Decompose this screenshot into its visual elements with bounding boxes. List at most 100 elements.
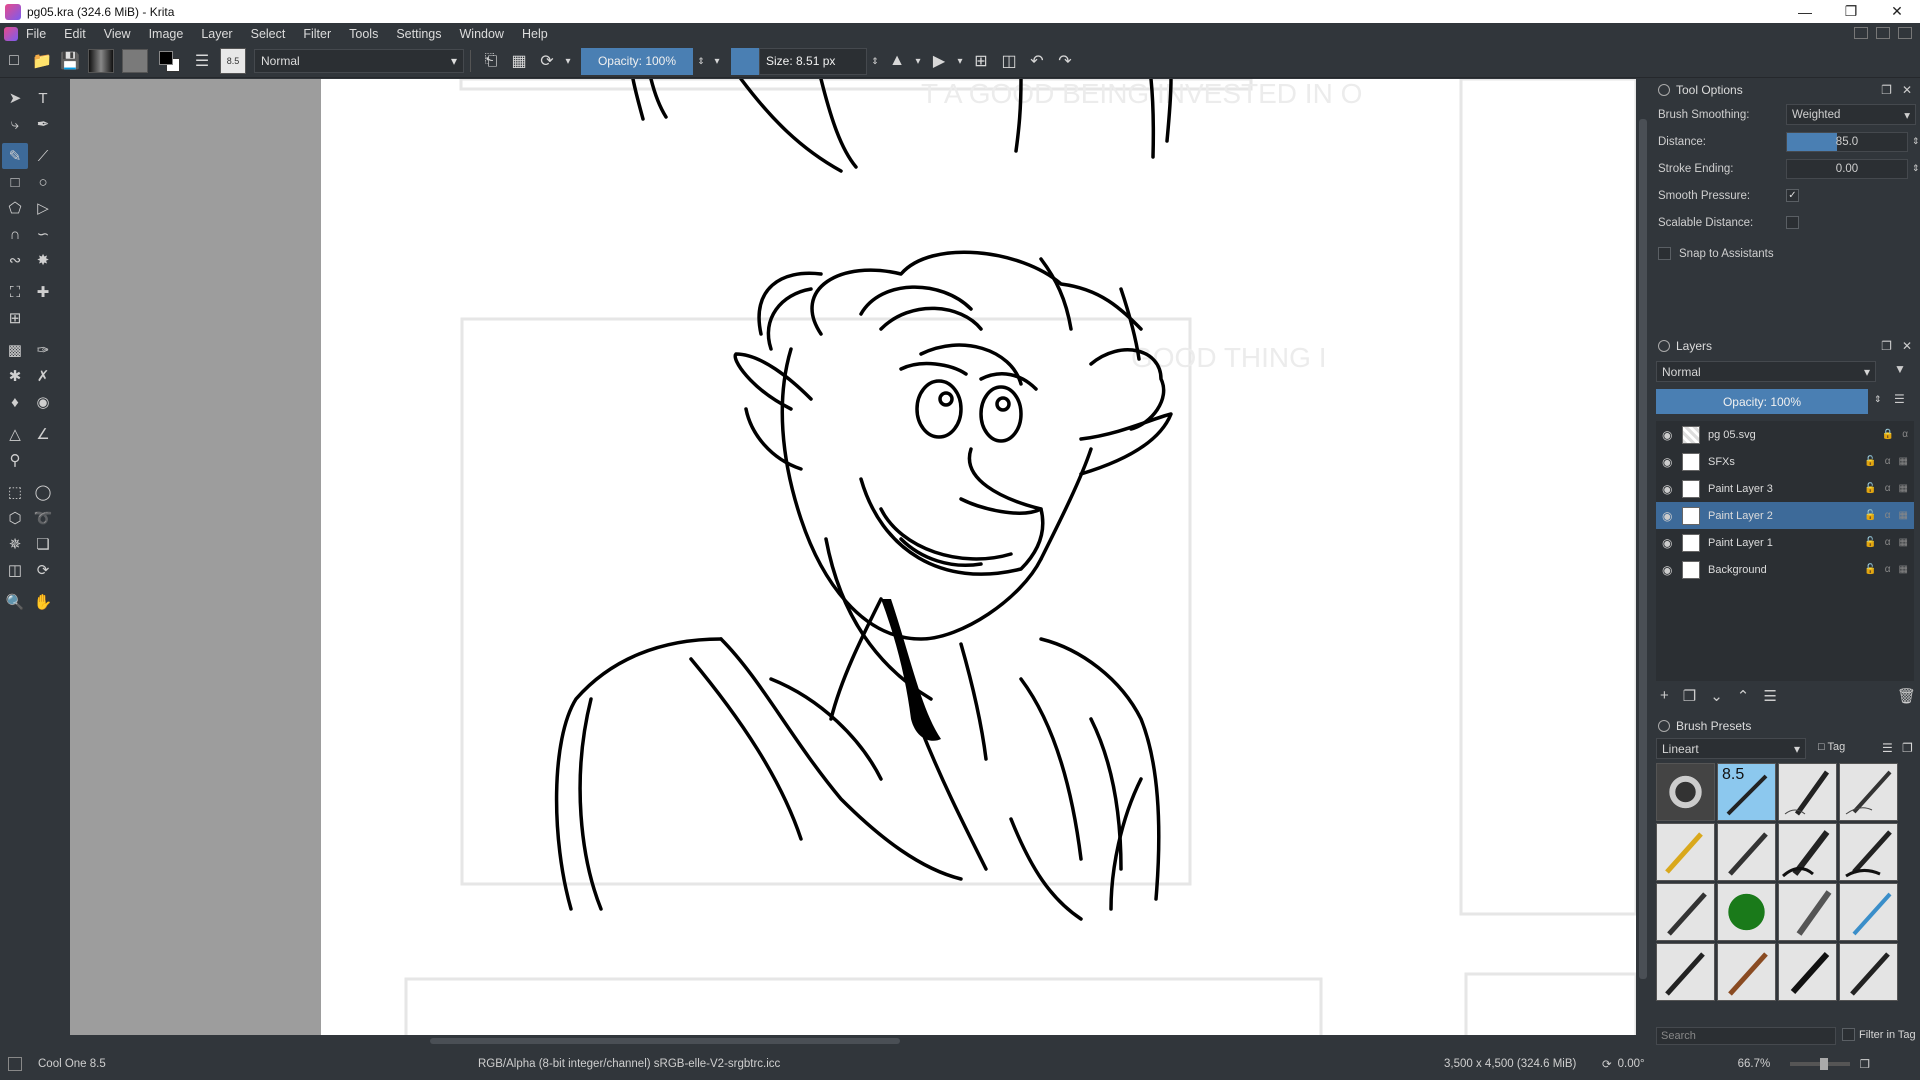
stroke-ending-slider[interactable]: 0.00 bbox=[1786, 158, 1908, 179]
measure-tool-icon[interactable]: ∠ bbox=[30, 421, 56, 447]
polyline-tool-icon[interactable]: ▷ bbox=[30, 195, 56, 221]
alpha-lock-icon[interactable]: α bbox=[1885, 483, 1891, 494]
layer-menu-icon[interactable]: ☰ bbox=[1894, 392, 1905, 406]
mdi-minimize-icon[interactable] bbox=[1854, 27, 1868, 39]
lock-icon[interactable]: 🔓 bbox=[1864, 564, 1876, 575]
alpha-lock-icon[interactable]: α bbox=[1885, 456, 1891, 467]
float-docker-icon[interactable]: ❐ bbox=[1881, 339, 1892, 353]
elliptical-selection-tool-icon[interactable]: ◯ bbox=[30, 479, 56, 505]
scalable-distance-checkbox[interactable] bbox=[1786, 216, 1799, 229]
freehand-selection-tool-icon[interactable]: ➰ bbox=[30, 505, 56, 531]
magnetic-selection-tool-icon[interactable]: ⟳ bbox=[30, 557, 56, 583]
brush-settings-icon[interactable]: ☰ bbox=[188, 48, 216, 74]
lock-icon[interactable]: 🔓 bbox=[1864, 483, 1876, 494]
brush-smoothing-dropdown[interactable]: Weighted ▾ bbox=[1786, 104, 1916, 125]
delete-layer-icon[interactable]: 🗑 bbox=[1897, 687, 1916, 705]
ellipse-tool-icon[interactable]: ○ bbox=[30, 169, 56, 195]
visibility-eye-icon[interactable]: ◉ bbox=[1662, 455, 1676, 469]
brush-preset-tile[interactable] bbox=[1839, 823, 1898, 881]
tag-button[interactable]: □ Tag bbox=[1818, 741, 1845, 753]
menu-layer[interactable]: Layer bbox=[201, 27, 232, 41]
lock-icon[interactable]: 🔓 bbox=[1864, 510, 1876, 521]
mdi-close-icon[interactable] bbox=[1898, 27, 1912, 39]
brush-preset-tile[interactable] bbox=[1717, 943, 1776, 1001]
zoom-slider[interactable] bbox=[1789, 1057, 1850, 1070]
calligraphy-tool-icon[interactable]: ✒ bbox=[30, 111, 56, 137]
polygon-tool-icon[interactable]: ⬠ bbox=[2, 195, 28, 221]
close-icon[interactable]: ✕ bbox=[1874, 0, 1920, 23]
pan-tool-icon[interactable]: ✋ bbox=[30, 589, 56, 615]
rectangular-selection-tool-icon[interactable]: ⬚ bbox=[2, 479, 28, 505]
opacity-spin-icon[interactable]: ⇕ bbox=[693, 48, 709, 74]
docker-lock-icon[interactable] bbox=[1658, 340, 1670, 352]
docker-lock-icon[interactable] bbox=[1658, 720, 1670, 732]
layer-row[interactable]: ◉ SFXs 🔓 α ▦ bbox=[1656, 448, 1914, 475]
multibrush-tool-icon[interactable]: ✸ bbox=[30, 247, 56, 273]
open-document-icon[interactable]: 📁 bbox=[28, 48, 56, 74]
menu-filter[interactable]: Filter bbox=[303, 27, 331, 41]
layer-opacity-slider[interactable]: Opacity: 100% bbox=[1656, 389, 1868, 414]
dynamic-brush-tool-icon[interactable]: ∾ bbox=[2, 247, 28, 273]
horizontal-scroll-thumb[interactable] bbox=[430, 1038, 900, 1044]
menu-edit[interactable]: Edit bbox=[64, 27, 86, 41]
freehand-brush-tool-icon[interactable]: ✎ bbox=[2, 143, 28, 169]
status-zoom[interactable]: 66.7% bbox=[1738, 1058, 1778, 1070]
color-picker-tool-icon[interactable]: ✑ bbox=[30, 337, 56, 363]
gradient-tool-icon[interactable]: ▩ bbox=[2, 337, 28, 363]
enclose-fill-tool-icon[interactable]: ◉ bbox=[30, 389, 56, 415]
view-mode-icon[interactable]: ☰ bbox=[1882, 741, 1893, 755]
redo-icon[interactable]: ↷ bbox=[1051, 48, 1079, 74]
layer-filter-icon[interactable]: ▼ bbox=[1894, 362, 1906, 376]
layer-opacity-spin-icon[interactable]: ⇕ bbox=[1874, 394, 1882, 405]
inherit-alpha-icon[interactable]: ▦ bbox=[1899, 537, 1908, 548]
move-tool-icon[interactable]: ✚ bbox=[30, 279, 56, 305]
menu-image[interactable]: Image bbox=[149, 27, 184, 41]
chevron-down-icon[interactable]: ▾ bbox=[709, 48, 725, 74]
select-shapes-tool-icon[interactable]: ➤ bbox=[2, 85, 28, 111]
contiguous-selection-tool-icon[interactable]: ✵ bbox=[2, 531, 28, 557]
lock-icon[interactable]: 🔒 bbox=[1882, 429, 1894, 440]
gradient-selector[interactable] bbox=[88, 49, 114, 73]
visibility-eye-icon[interactable]: ◉ bbox=[1662, 563, 1676, 577]
menu-help[interactable]: Help bbox=[522, 27, 548, 41]
foreground-color-swatch[interactable] bbox=[159, 51, 173, 65]
move-layer-up-icon[interactable]: ⌃ bbox=[1737, 687, 1750, 705]
float-docker-icon[interactable]: ❐ bbox=[1881, 83, 1892, 97]
transform-tool-icon[interactable]: ⛶ bbox=[2, 279, 28, 305]
inherit-alpha-icon[interactable]: ▦ bbox=[1899, 483, 1908, 494]
save-icon[interactable]: 💾 bbox=[56, 48, 84, 74]
fill-tool-icon[interactable]: ♦ bbox=[2, 389, 28, 415]
brush-preset-tile[interactable] bbox=[1839, 883, 1898, 941]
vertical-scrollbar[interactable] bbox=[1636, 79, 1650, 1035]
minimize-icon[interactable]: — bbox=[1782, 0, 1828, 23]
freehand-path-tool-icon[interactable]: ∽ bbox=[30, 221, 56, 247]
add-layer-icon[interactable]: + bbox=[1660, 687, 1669, 705]
menu-file[interactable]: File bbox=[26, 27, 46, 41]
brush-preset-tile[interactable] bbox=[1839, 763, 1898, 821]
bezier-selection-tool-icon[interactable]: ◫ bbox=[2, 557, 28, 583]
bezier-tool-icon[interactable]: ∩ bbox=[2, 221, 28, 247]
pattern-selector[interactable] bbox=[122, 49, 148, 73]
lock-icon[interactable]: 🔓 bbox=[1864, 456, 1876, 467]
restore-icon[interactable]: ❐ bbox=[1828, 0, 1874, 23]
blend-mode-dropdown[interactable]: Normal ▾ bbox=[254, 49, 464, 73]
brush-preset-tile[interactable] bbox=[1717, 823, 1776, 881]
close-docker-icon[interactable]: ✕ bbox=[1902, 339, 1912, 353]
layer-row[interactable]: ◉ Background 🔓 α ▦ bbox=[1656, 556, 1914, 583]
size-slider-fill[interactable] bbox=[731, 47, 759, 75]
wrap-around-icon[interactable]: ⊞ bbox=[967, 48, 995, 74]
brush-preset-tile[interactable] bbox=[1656, 763, 1715, 821]
mdi-restore-icon[interactable] bbox=[1876, 27, 1890, 39]
brush-preset-tile[interactable] bbox=[1656, 883, 1715, 941]
rectangle-tool-icon[interactable]: □ bbox=[2, 169, 28, 195]
polygonal-selection-tool-icon[interactable]: ⬡ bbox=[2, 505, 28, 531]
brush-preset-thumbnail[interactable]: 8.5 bbox=[220, 48, 246, 74]
menu-view[interactable]: View bbox=[104, 27, 131, 41]
alpha-lock-icon[interactable]: α bbox=[1885, 510, 1891, 521]
visibility-eye-icon[interactable]: ◉ bbox=[1662, 482, 1676, 496]
menu-tools[interactable]: Tools bbox=[349, 27, 378, 41]
brush-preset-tile[interactable] bbox=[1778, 883, 1837, 941]
menu-window[interactable]: Window bbox=[460, 27, 504, 41]
menu-settings[interactable]: Settings bbox=[396, 27, 441, 41]
new-document-icon[interactable]: □ bbox=[0, 48, 28, 74]
